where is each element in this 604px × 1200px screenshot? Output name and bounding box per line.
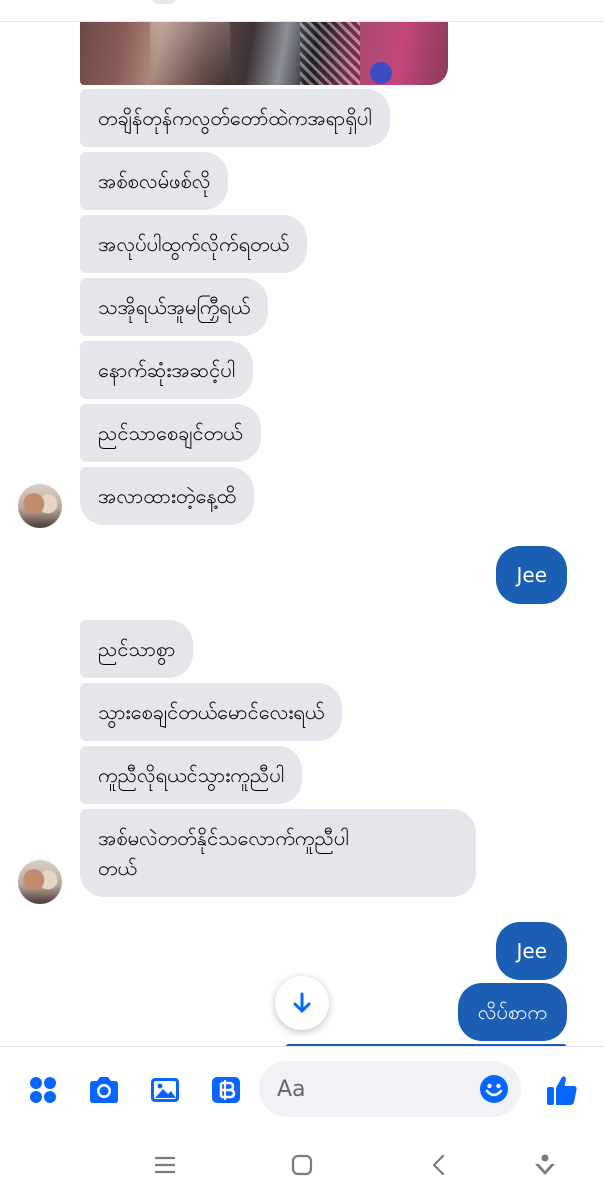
thumbs-up-icon — [547, 1076, 577, 1105]
gif-sticker-button[interactable] — [209, 1073, 243, 1107]
message-text: ညင်သာစေချင်တယ် — [98, 421, 243, 445]
message-text: လိပ်စာက — [477, 1000, 547, 1024]
message-text: ညင်သာစွာ — [98, 637, 176, 661]
photo-region — [150, 22, 230, 85]
message-input-container — [259, 1061, 521, 1117]
message-incoming[interactable]: ညင်သာစေချင်တယ် — [80, 404, 261, 462]
message-text: နောက်ဆုံးအဆင့်ပါ — [98, 358, 236, 382]
conversation-top-edge — [0, 0, 604, 22]
assist-icon — [535, 1154, 555, 1175]
apps-grid-icon — [30, 1077, 56, 1103]
message-incoming[interactable]: ညင်သာစွာ — [80, 620, 194, 678]
emoji-icon[interactable] — [479, 1074, 509, 1104]
scroll-to-bottom-button[interactable] — [275, 976, 329, 1030]
message-text: တချိန်တုန်ကလွတ်တော်ထဲကအရာရှိပါ — [98, 106, 372, 130]
message-text: သွားစေချင်တယ်မောင်လေးရယ် — [98, 700, 325, 724]
home-button[interactable] — [287, 1150, 317, 1180]
message-text: အစ်စလမ်ဖစ်လို — [98, 169, 211, 193]
gallery-button[interactable] — [148, 1073, 182, 1107]
arrow-down-icon — [293, 992, 311, 1013]
apps-button[interactable] — [26, 1073, 60, 1107]
camera-button[interactable] — [87, 1073, 121, 1107]
back-button[interactable] — [424, 1150, 454, 1180]
photo-region — [300, 22, 360, 85]
message-incoming[interactable]: အစ်စလမ်ဖစ်လို — [80, 152, 229, 210]
camera-icon — [90, 1077, 118, 1103]
message-text: Jee — [516, 563, 547, 587]
contact-avatar[interactable] — [18, 860, 62, 904]
gallery-icon — [151, 1078, 179, 1102]
message-outgoing[interactable]: Jee — [496, 546, 567, 604]
message-text: သအိုရယ်အူမကြှီရယ် — [98, 295, 251, 319]
gif-sticker-icon — [212, 1077, 240, 1103]
contact-avatar[interactable] — [18, 484, 62, 528]
message-text: တယ် — [98, 856, 137, 880]
like-button[interactable] — [545, 1073, 579, 1107]
back-icon — [432, 1154, 445, 1176]
home-icon — [291, 1154, 313, 1176]
message-outgoing[interactable]: Jee — [496, 922, 567, 980]
message-text: အလာထားတဲ့နေ့ထိ — [98, 484, 236, 508]
assist-button[interactable] — [530, 1150, 560, 1180]
message-incoming[interactable]: ကူညီလိုရယင်သွားကူညီပါ — [80, 746, 303, 804]
photo-detail — [370, 62, 392, 84]
recent-apps-icon — [155, 1156, 175, 1174]
message-text: အစ်မလဲတတ်နိုင်သလောက်ကူညီပါ — [98, 826, 349, 850]
message-outgoing[interactable]: လိပ်စာက — [457, 983, 567, 1041]
message-composer — [0, 1046, 604, 1132]
top-indicator — [150, 0, 178, 4]
message-incoming[interactable]: အစ်မလဲတတ်နိုင်သလောက်ကူညီပါ တယ် — [80, 809, 476, 897]
message-incoming[interactable]: အလာထားတဲ့နေ့ထိ — [80, 467, 254, 525]
message-text: ကူညီလိုရယင်သွားကူညီပါ — [98, 763, 285, 787]
message-input[interactable] — [277, 1061, 477, 1117]
message-text: Jee — [516, 939, 547, 963]
recent-apps-button[interactable] — [150, 1150, 180, 1180]
message-text: အလုပ်ပါထွက်လိုက်ရတယ် — [98, 232, 289, 256]
system-navigation-bar — [0, 1132, 604, 1200]
message-incoming[interactable]: သွားစေချင်တယ်မောင်လေးရယ် — [80, 683, 343, 741]
message-incoming[interactable]: တချိန်တုန်ကလွတ်တော်ထဲကအရာရှိပါ — [80, 89, 390, 147]
message-incoming[interactable]: သအိုရယ်အူမကြှီရယ် — [80, 278, 269, 336]
message-incoming[interactable]: နောက်ဆုံးအဆင့်ပါ — [80, 341, 254, 399]
message-incoming[interactable]: အလုပ်ပါထွက်လိုက်ရတယ် — [80, 215, 307, 273]
shared-photo[interactable] — [80, 22, 448, 85]
